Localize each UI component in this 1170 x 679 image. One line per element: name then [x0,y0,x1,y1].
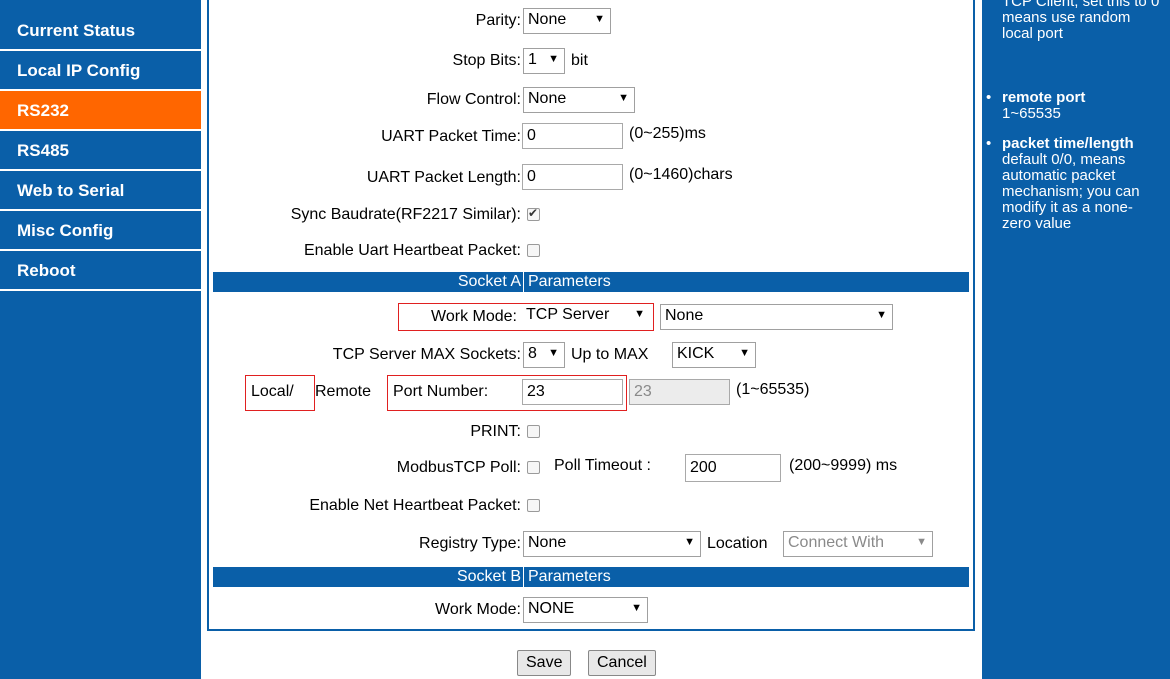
net-heartbeat-checkbox[interactable] [527,499,540,512]
poll-timeout-input[interactable] [685,454,781,482]
sidebar-item-web-to-serial[interactable]: Web to Serial [0,171,201,211]
uart-heartbeat-checkbox[interactable] [527,244,540,257]
dropdown-arrow-icon: ▼ [631,602,642,614]
dropdown-arrow-icon: ▼ [548,347,559,359]
sidebar-item-current-status[interactable]: Current Status [0,11,201,51]
dropdown-arrow-icon: ▼ [916,536,927,548]
uart-packet-time-hint: (0~255)ms [629,125,706,142]
parity-value: None [528,11,567,28]
flow-control-select[interactable]: None ▼ [523,87,635,113]
sync-baudrate-label: Sync Baudrate(RF2217 Similar): [290,206,521,223]
sidebar-item-reboot[interactable]: Reboot [0,251,201,291]
net-heartbeat-row: Enable Net Heartbeat Packet: [209,495,973,535]
poll-timeout-label: Poll Timeout : [554,457,651,474]
tcp-max-sockets-label: TCP Server MAX Sockets: [332,346,521,363]
help-top-text: TCP Client, set this to 0 means use rand… [1002,0,1160,42]
parity-select[interactable]: None ▼ [523,8,611,34]
socket-a-header: Socket A Parameters [213,272,969,292]
sync-baudrate-row: Sync Baudrate(RF2217 Similar): [209,204,973,244]
help-item-packet-time: packet time/length default 0/0, means au… [986,135,1162,232]
work-mode-b-row: Work Mode: NONE ▼ [209,597,973,637]
uart-packet-time-row: UART Packet Time: (0~255)ms [209,121,973,161]
sidebar-item-local-ip-config[interactable]: Local IP Config [0,51,201,91]
dropdown-arrow-icon: ▼ [739,347,750,359]
help-panel: TCP Client, set this to 0 means use rand… [982,0,1170,679]
work-mode-highlight [398,303,654,331]
remote-port-input[interactable] [629,379,730,405]
stop-bits-unit: bit [571,52,588,69]
flow-control-label: Flow Control: [426,91,521,108]
sidebar-item-rs232[interactable]: RS232 [0,91,201,131]
uart-heartbeat-label: Enable Uart Heartbeat Packet: [303,242,521,259]
kick-value: KICK [677,345,715,362]
work-mode-b-select[interactable]: NONE ▼ [523,597,648,623]
save-button[interactable]: Save [517,650,572,676]
dropdown-arrow-icon: ▼ [594,13,605,25]
location-value: Connect With [788,534,885,551]
sidebar-item-misc-config[interactable]: Misc Config [0,211,201,251]
uart-packet-length-input[interactable] [522,164,623,190]
net-heartbeat-label: Enable Net Heartbeat Packet: [309,497,521,514]
poll-timeout-hint: (200~9999) ms [789,457,898,474]
work-mode-a-row: Work Mode: TCP Server ▼ None ▼ [209,303,973,343]
uart-packet-length-hint: (0~1460)chars [629,166,733,183]
dropdown-arrow-icon: ▼ [684,536,695,548]
help-list: remote port 1~65535 packet time/length d… [984,90,1162,246]
remote-label: Remote [315,383,372,400]
print-label: PRINT: [470,423,521,440]
socket-b-header-right: Parameters [523,567,611,587]
modbus-poll-row: ModbusTCP Poll: Poll Timeout : (200~9999… [209,452,973,492]
work-mode-a-secondary-select[interactable]: None ▼ [660,304,893,330]
tcp-max-sockets-select[interactable]: 8 ▼ [523,342,565,368]
work-mode-b-label: Work Mode: [435,601,521,618]
local-label-highlight [245,375,315,411]
uart-packet-time-label: UART Packet Time: [381,128,521,145]
stop-bits-row: Stop Bits: 1 ▼ bit [209,48,973,88]
tcp-max-sockets-value: 8 [528,345,537,362]
uart-packet-length-row: UART Packet Length: (0~1460)chars [209,162,973,202]
print-checkbox[interactable] [527,425,540,438]
registry-type-label: Registry Type: [419,535,521,552]
work-mode-a-secondary-value: None [665,307,704,324]
dropdown-arrow-icon: ▼ [548,53,559,65]
dropdown-arrow-icon: ▼ [618,92,629,104]
stop-bits-select[interactable]: 1 ▼ [523,48,565,74]
port-number-row: Local/ Remote Port Number: (1~65535) [209,373,973,413]
help-item-body: 1~65535 [1002,105,1061,122]
registry-type-row: Registry Type: None ▼ Location Connect Wi… [209,531,973,571]
rs232-settings-panel: Parity: None ▼ Stop Bits: 1 ▼ bit Flow Con… [207,0,975,631]
parity-label: Parity: [475,12,521,29]
help-item-body: default 0/0, means automatic packet mech… [1002,151,1140,232]
help-item-remote-port: remote port 1~65535 [986,89,1162,122]
socket-a-header-right: Parameters [523,272,611,292]
socket-b-header-left: Socket B [456,568,521,585]
flow-control-value: None [528,90,567,107]
port-number-hint: (1~65535) [736,381,810,398]
uart-packet-length-label: UART Packet Length: [366,169,521,186]
sync-baudrate-checkbox[interactable] [527,206,540,221]
sidebar-item-rs485[interactable]: RS485 [0,131,201,171]
modbus-poll-label: ModbusTCP Poll: [396,459,521,476]
sidebar: Current Status Local IP Config RS232 RS4… [0,0,201,679]
stop-bits-label: Stop Bits: [452,52,521,69]
location-label: Location [707,535,768,552]
help-item-title: packet time/length [1002,135,1134,152]
registry-type-value: None [528,534,567,551]
stop-bits-value: 1 [528,51,537,68]
location-select[interactable]: Connect With ▼ [783,531,933,557]
cancel-button[interactable]: Cancel [588,650,656,676]
parity-row: Parity: None ▼ [209,8,973,48]
registry-type-select[interactable]: None ▼ [523,531,701,557]
help-item-title: remote port [1002,89,1086,106]
work-mode-b-value: NONE [528,600,575,617]
socket-a-header-left: Socket A [457,273,521,290]
up-to-max-label: Up to MAX [571,346,649,363]
port-number-highlight [387,375,627,411]
socket-b-header: Socket B Parameters [213,567,969,587]
modbus-poll-checkbox[interactable] [527,461,540,474]
dropdown-arrow-icon: ▼ [876,309,887,321]
uart-packet-time-input[interactable] [522,123,623,149]
kick-select[interactable]: KICK ▼ [672,342,756,368]
